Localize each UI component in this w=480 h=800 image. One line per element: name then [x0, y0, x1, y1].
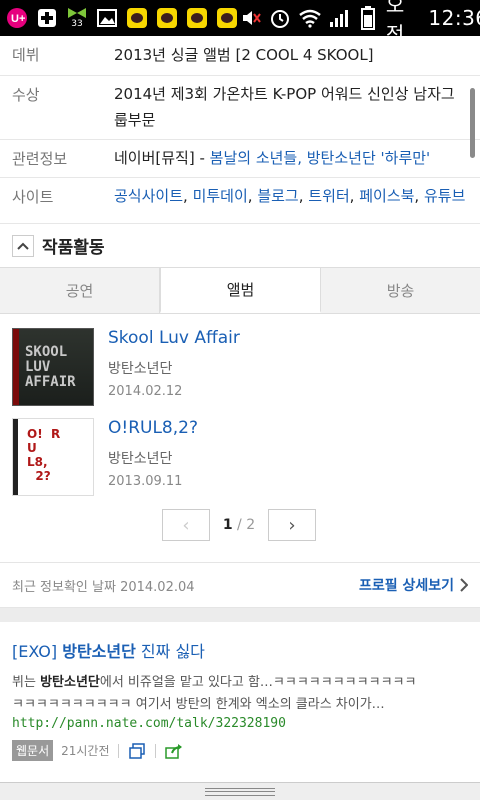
row-value: 2014년 제3회 가온차트 K-POP 어워드 신인상 남자그룹부문 [114, 85, 455, 129]
info-bar: 최근 정보확인 날짜 2014.02.04 프로필 상세보기 [0, 562, 480, 608]
section-title: 작품활동 [42, 238, 105, 258]
kakao-icon-1 [124, 5, 150, 31]
mute-icon [240, 5, 263, 31]
profile-detail-link[interactable]: 프로필 상세보기 [359, 575, 468, 595]
site-link-blog[interactable]: 블로그 [257, 187, 298, 205]
row-value: 네이버[뮤직] - 봄날의 소년들, 방탄소년단 '하루만' [114, 145, 466, 171]
bottom-drag-handle[interactable] [0, 782, 480, 800]
profile-detail-label: 프로필 상세보기 [358, 578, 454, 594]
uplus-icon: U+ [4, 5, 30, 31]
total-pages: 2 [246, 517, 256, 533]
section-divider [0, 608, 480, 622]
site-link-me2day[interactable]: 미투데이 [193, 187, 248, 205]
medical-plus-icon [34, 5, 60, 31]
row-value: 2013년 싱글 앨범 [2 COOL 4 SKOOL] [114, 46, 374, 64]
result-title-suffix: 진짜 싫다 [135, 642, 205, 661]
meta-divider [154, 743, 156, 758]
status-bar: U+ 33 오전 12:3 [0, 0, 480, 46]
wifi-icon [298, 5, 322, 31]
album-date: 2014.02.12 [108, 384, 183, 399]
grip-icon [205, 787, 275, 796]
snippet-line2: ㅋㅋㅋㅋㅋㅋㅋㅋㅋㅋ 여기서 방탄의 한계와 엑소의 클라스 차이가… [12, 697, 385, 712]
last-checked-date: 최근 정보확인 날짜 2014.02.04 [12, 579, 195, 595]
kakao-icon-4 [214, 5, 240, 31]
site-link-official[interactable]: 공식사이트 [114, 187, 183, 205]
result-title-link[interactable]: [EXO] 방탄소년단 진짜 싫다 [12, 638, 205, 662]
profile-row-award: 수상 2014년 제3회 가온차트 K-POP 어워드 신인상 남자그룹부문 [0, 76, 480, 140]
album-artist: 방탄소년단 [108, 361, 173, 377]
page-separator: / [237, 517, 242, 533]
search-result: [EXO] 방탄소년단 진짜 싫다 뷔는 방탄소년단에서 비쥬얼을 맡고 있다고… [0, 622, 480, 770]
chevron-left-icon: ‹ [182, 514, 190, 536]
kakao-icon-2 [154, 5, 180, 31]
alarm-icon [269, 5, 292, 31]
cover-text: O! R U L8, 2? [27, 427, 61, 483]
row-label: 관련정보 [12, 150, 68, 168]
profile-row-related: 관련정보 네이버[뮤직] - 봄날의 소년들, 방탄소년단 '하루만' [0, 140, 480, 178]
row-label: 수상 [12, 86, 40, 104]
profile-row-sites: 사이트 공식사이트, 미투데이, 블로그, 트위터, 페이스북, 유튜브 [0, 178, 480, 224]
result-meta: 웹문서 21시간전 [12, 740, 184, 761]
tab-bar: 공연 앨범 방송 [0, 268, 480, 314]
notification-count: 33 [71, 19, 83, 29]
album-date: 2013.09.11 [108, 474, 183, 489]
signal-icon [328, 5, 351, 31]
section-header[interactable]: 작품활동 [0, 224, 480, 268]
result-title-keyword: 방탄소년단 [62, 642, 136, 661]
page-counter: 1 / 2 [210, 517, 268, 533]
site-link-youtube[interactable]: 유튜브 [424, 187, 465, 205]
clock: 12:36 [428, 6, 480, 30]
cover-text: SKOOL LUV AFFAIR [25, 344, 76, 390]
result-title-prefix: [EXO] [12, 642, 63, 661]
tab-broadcast[interactable]: 방송 [321, 268, 480, 313]
related-prefix: 네이버[뮤직] - [114, 149, 210, 167]
tab-album[interactable]: 앨범 [160, 268, 321, 313]
scrollbar[interactable] [470, 88, 475, 158]
svg-text:U+: U+ [11, 13, 25, 25]
related-link[interactable]: 봄날의 소년들, 방탄소년단 '하루만' [210, 149, 431, 167]
result-url[interactable]: http://pann.nate.com/talk/322328190 [12, 716, 286, 731]
collapse-icon[interactable] [12, 234, 34, 257]
snippet-prefix: 뷔는 [12, 675, 41, 690]
prev-page-button[interactable]: ‹ [162, 509, 210, 541]
album-item[interactable]: SKOOL LUV AFFAIR Skool Luv Affair 방탄소년단 … [0, 328, 480, 408]
share-icon[interactable] [164, 741, 184, 761]
snippet-line1: 에서 비쥬얼을 맡고 있다고 함…ㅋㅋㅋㅋㅋㅋㅋㅋㅋㅋㅋㅋ [99, 675, 417, 690]
bowtie-notification-icon: 33 [64, 5, 90, 31]
site-link-facebook[interactable]: 페이스북 [359, 187, 414, 205]
pager: ‹ 1 / 2 › [162, 508, 316, 542]
result-time: 21시간전 [61, 744, 110, 758]
snippet-keyword: 방탄소년단 [40, 675, 100, 690]
site-link-twitter[interactable]: 트위터 [308, 187, 349, 205]
row-label: 데뷔 [12, 46, 40, 64]
album-artist: 방탄소년단 [108, 451, 173, 467]
album-item[interactable]: O! R U L8, 2? O!RUL8,2? 방탄소년단 2013.09.11 [0, 418, 480, 498]
battery-icon [357, 5, 380, 31]
chevron-right-icon [460, 578, 468, 592]
tab-performance[interactable]: 공연 [0, 268, 160, 313]
new-window-icon[interactable] [127, 741, 147, 761]
meta-divider [117, 743, 119, 758]
album-title[interactable]: O!RUL8,2? [108, 418, 198, 438]
profile-row-debut: 데뷔 2013년 싱글 앨범 [2 COOL 4 SKOOL] [0, 36, 480, 76]
album-title[interactable]: Skool Luv Affair [108, 328, 240, 348]
doc-type-badge: 웹문서 [12, 740, 54, 761]
image-icon [94, 5, 120, 31]
album-cover[interactable]: SKOOL LUV AFFAIR [12, 328, 94, 406]
chevron-right-icon: › [288, 514, 296, 536]
kakao-icon-3 [184, 5, 210, 31]
next-page-button[interactable]: › [268, 509, 316, 541]
site-links: 공식사이트, 미투데이, 블로그, 트위터, 페이스북, 유튜브 [114, 187, 466, 205]
current-page: 1 [222, 517, 233, 533]
result-snippet: 뷔는 방탄소년단에서 비쥬얼을 맡고 있다고 함…ㅋㅋㅋㅋㅋㅋㅋㅋㅋㅋㅋㅋ ㅋㅋ… [12, 672, 468, 716]
row-label: 사이트 [12, 188, 54, 206]
album-cover[interactable]: O! R U L8, 2? [12, 418, 94, 496]
